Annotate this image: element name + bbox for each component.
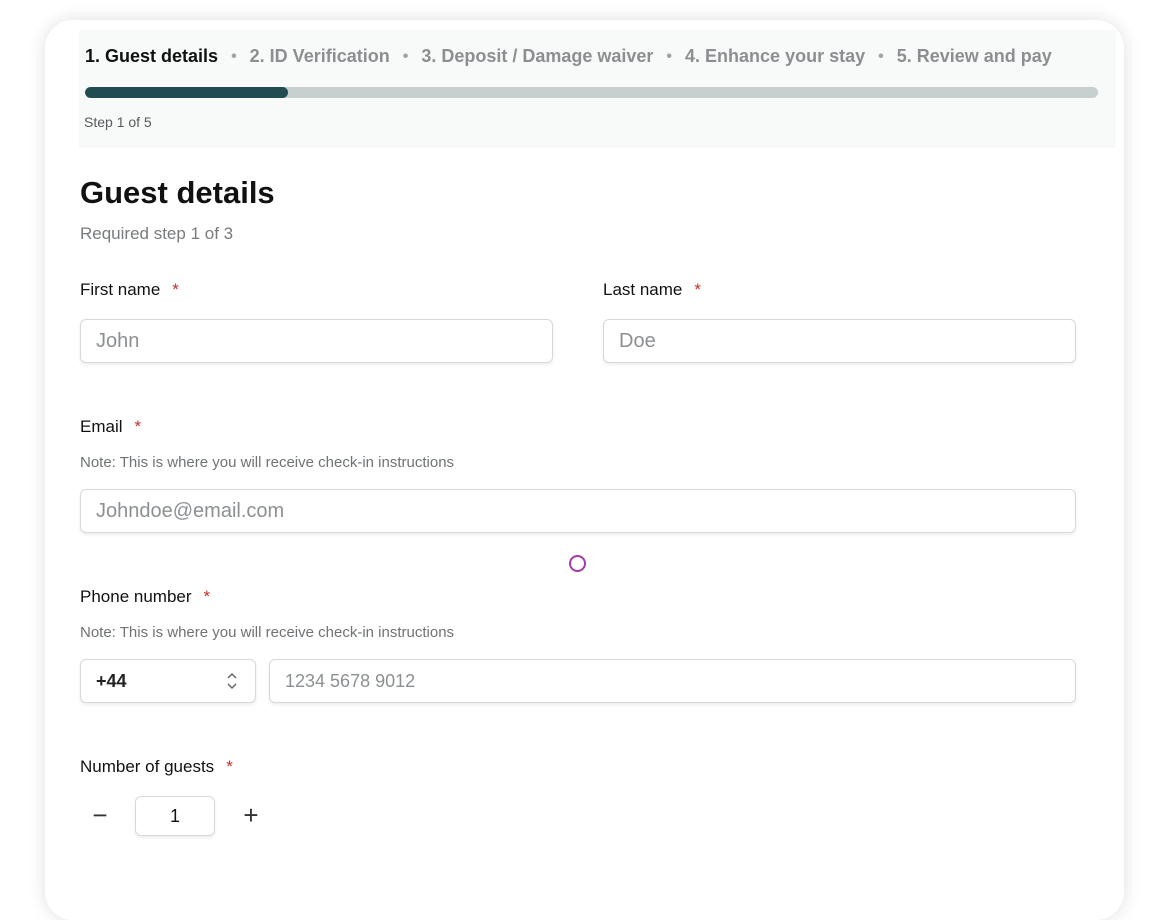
- step-separator: •: [666, 47, 673, 65]
- phone-note: Note: This is where you will receive che…: [80, 624, 455, 641]
- step-guest-details[interactable]: 1. Guest details: [85, 46, 218, 67]
- page-subtitle: Required step 1 of 3: [80, 224, 234, 243]
- required-marker: *: [203, 587, 211, 606]
- page-title: Guest details: [80, 175, 275, 210]
- required-marker: *: [172, 280, 179, 299]
- last-name-input[interactable]: [603, 319, 1076, 363]
- step-deposit[interactable]: 3. Deposit / Damage waiver: [421, 46, 653, 67]
- increment-guests-button[interactable]: +: [236, 800, 266, 830]
- required-marker: *: [694, 280, 702, 299]
- step-enhance-stay[interactable]: 4. Enhance your stay: [685, 46, 865, 67]
- first-name-label-text: First name: [80, 280, 161, 299]
- step-list: 1. Guest details • 2. ID Verification • …: [85, 46, 1052, 67]
- step-id-verification[interactable]: 2. ID Verification: [250, 46, 390, 67]
- progress-stepper: 1. Guest details • 2. ID Verification • …: [79, 30, 1116, 148]
- step-separator: •: [402, 47, 409, 65]
- guests-label-text: Number of guests: [80, 757, 215, 776]
- phone-label: Phone number *: [80, 587, 210, 607]
- required-marker: *: [134, 417, 142, 436]
- cursor-indicator: [569, 555, 586, 572]
- phone-label-text: Phone number: [80, 587, 192, 606]
- guests-quantity[interactable]: 1: [135, 796, 215, 836]
- first-name-input[interactable]: [80, 319, 553, 363]
- step-count: Step 1 of 5: [84, 114, 152, 130]
- chevron-up-down-icon: [227, 672, 237, 690]
- required-marker: *: [226, 757, 233, 776]
- country-code-value: +44: [96, 671, 127, 691]
- last-name-label: Last name *: [603, 280, 701, 300]
- progress-bar-fill: [85, 87, 288, 98]
- email-label-text: Email: [80, 417, 123, 436]
- step-review-pay[interactable]: 5. Review and pay: [897, 46, 1052, 67]
- guests-label: Number of guests *: [80, 757, 233, 777]
- email-label: Email *: [80, 417, 141, 437]
- email-input[interactable]: [80, 489, 1076, 533]
- progress-bar: [85, 87, 1098, 98]
- step-separator: •: [878, 47, 884, 65]
- email-note: Note: This is where you will receive che…: [80, 454, 455, 471]
- country-code-select[interactable]: +44: [80, 659, 256, 703]
- decrement-guests-button[interactable]: −: [85, 800, 115, 830]
- last-name-label-text: Last name: [603, 280, 683, 299]
- first-name-label: First name *: [80, 280, 179, 300]
- phone-number-input[interactable]: [269, 659, 1076, 703]
- step-separator: •: [231, 47, 237, 65]
